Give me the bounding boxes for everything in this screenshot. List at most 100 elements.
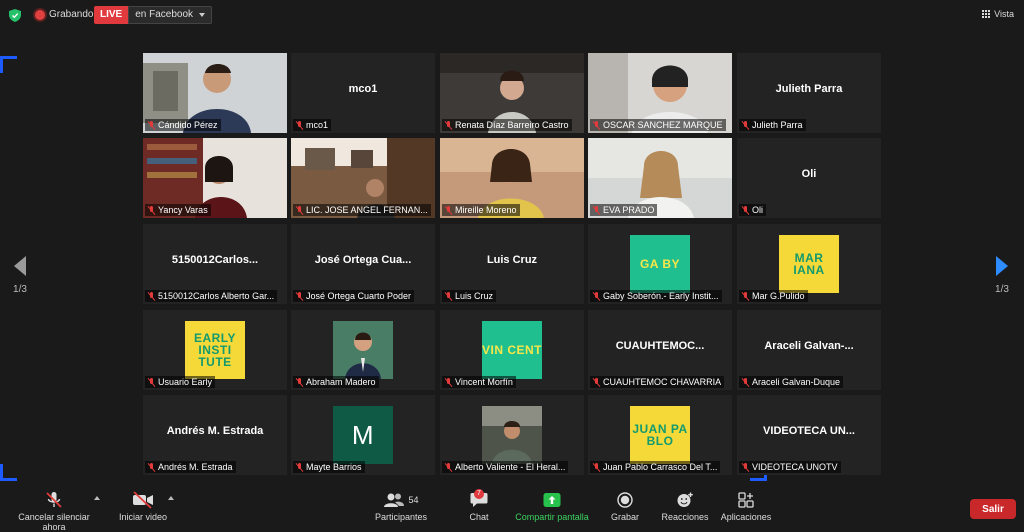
participant-name: Juan Pablo Carrasco Del T... — [603, 462, 718, 472]
next-page-button[interactable]: 1/3 — [990, 256, 1014, 295]
chat-button[interactable]: 7 Chat — [462, 489, 496, 522]
recording-icon — [35, 10, 45, 20]
participant-name-label: 5150012Carlos Alberto Gar... — [145, 290, 278, 302]
live-stream-indicator[interactable]: LIVE en Facebook — [94, 6, 213, 24]
chevron-down-icon — [199, 13, 206, 17]
microphone-muted-icon — [593, 120, 600, 130]
participant-tile[interactable]: EVA PRADO — [588, 138, 732, 218]
share-screen-button[interactable]: Compartir pantalla — [512, 491, 592, 522]
participant-tile[interactable]: VIDEOTECA UN... VIDEOTECA UNOTV — [737, 395, 881, 475]
participant-name: Cándido Pérez — [158, 120, 218, 130]
meeting-top-bar: Grabando LIVE en Facebook Vista — [0, 0, 1024, 30]
video-options-chevron-icon[interactable] — [168, 496, 174, 500]
participant-tile[interactable]: VIN CENT Vincent Morfín — [440, 310, 584, 390]
microphone-muted-icon — [445, 291, 452, 301]
participant-tile[interactable]: Renata Díaz Barreiro Castro — [440, 53, 584, 133]
microphone-muted-icon — [445, 462, 452, 472]
audio-options-chevron-icon[interactable] — [94, 496, 100, 500]
microphone-muted-icon — [593, 205, 600, 215]
reactions-button[interactable]: Reacciones — [658, 491, 712, 522]
participant-name-display: CUAUHTEMOC... — [615, 340, 705, 352]
video-camera-off-icon — [133, 491, 153, 509]
microphone-muted-icon — [296, 462, 303, 472]
microphone-muted-icon — [742, 377, 749, 387]
participant-name: Araceli Galvan-Duque — [752, 377, 841, 387]
participant-tile[interactable]: Alberto Valiente - El Heral... — [440, 395, 584, 475]
participant-tile[interactable]: mco1 mco1 — [291, 53, 435, 133]
participant-tile[interactable]: EARLY INSTI TUTE Usuario Early — [143, 310, 287, 390]
record-button[interactable]: Grabar — [606, 491, 644, 522]
participant-tile[interactable]: José Ortega Cua... José Ortega Cuarto Pod… — [291, 224, 435, 304]
participant-name-label: Cándido Pérez — [145, 119, 221, 131]
participant-name-label: EVA PRADO — [590, 204, 658, 216]
participant-name: Andrés M. Estrada — [158, 462, 233, 472]
share-screen-label: Compartir pantalla — [515, 512, 589, 522]
participant-tile[interactable]: Oli Oli — [737, 138, 881, 218]
participant-name: Julieth Parra — [752, 120, 803, 130]
participant-name: Renata Díaz Barreiro Castro — [455, 120, 569, 130]
participant-name-label: Yancy Varas — [145, 204, 211, 216]
microphone-muted-icon — [593, 377, 600, 387]
participant-tile[interactable]: 5150012Carlos... 5150012Carlos Alberto Ga… — [143, 224, 287, 304]
participant-name: Mireille Moreno — [455, 205, 517, 215]
participant-name: Vincent Morfín — [455, 377, 513, 387]
participant-name-display: Luis Cruz — [486, 254, 538, 266]
leave-meeting-button[interactable]: Salir — [970, 499, 1016, 519]
share-screen-icon — [543, 493, 561, 507]
participant-name-label: José Ortega Cuarto Poder — [293, 290, 415, 302]
participant-name: Usuario Early — [158, 377, 213, 387]
participant-tile[interactable]: Cándido Pérez — [143, 53, 287, 133]
participant-name-label: Abraham Madero — [293, 376, 379, 388]
participant-name-label: Andrés M. Estrada — [145, 461, 236, 473]
participant-tile[interactable]: LIC. JOSE ANGEL FERNAN... — [291, 138, 435, 218]
participant-tile[interactable]: Araceli Galvan-... Araceli Galvan-Duque — [737, 310, 881, 390]
participant-tile[interactable]: JUAN PA BLO Juan Pablo Carrasco Del T... — [588, 395, 732, 475]
participant-name: 5150012Carlos Alberto Gar... — [158, 291, 275, 301]
start-video-button[interactable]: Iniciar video — [112, 491, 174, 522]
participant-name: mco1 — [306, 120, 329, 130]
live-destination-label: en Facebook — [135, 9, 194, 20]
microphone-muted-icon — [148, 377, 155, 387]
participant-name-display: VIDEOTECA UN... — [763, 425, 855, 437]
participant-name-display: Oli — [801, 168, 817, 180]
unmute-button[interactable]: Cancelar silenciar ahora — [8, 491, 100, 532]
participant-name: Mayte Barrios — [306, 462, 362, 472]
participant-name-label: VIDEOTECA UNOTV — [739, 461, 841, 473]
apps-button[interactable]: Aplicaciones — [718, 491, 774, 522]
participant-name: CUAUHTEMOC CHAVARRIA — [603, 377, 722, 387]
participant-tile[interactable]: Julieth Parra Julieth Parra — [737, 53, 881, 133]
participant-tile[interactable]: GA BY Gaby Soberón.- Early Instit... — [588, 224, 732, 304]
reactions-label: Reacciones — [661, 512, 709, 522]
participant-name: OSCAR SANCHEZ MARQUE — [603, 120, 723, 130]
participants-button[interactable]: 54 Participantes — [370, 491, 432, 522]
participant-avatar: M — [333, 406, 393, 464]
arrow-left-icon — [14, 256, 26, 276]
participant-tile[interactable]: Mireille Moreno — [440, 138, 584, 218]
participant-name: Luis Cruz — [455, 291, 494, 301]
participant-name-label: Gaby Soberón.- Early Instit... — [590, 290, 722, 302]
participant-avatar: MAR IANA — [779, 235, 839, 293]
participant-tile[interactable]: Abraham Madero — [291, 310, 435, 390]
participant-tile[interactable]: MAR IANA Mar G.Pulido — [737, 224, 881, 304]
participant-tile[interactable]: Andrés M. Estrada Andrés M. Estrada — [143, 395, 287, 475]
participant-tile[interactable]: Yancy Varas — [143, 138, 287, 218]
recording-label: Grabando — [49, 9, 94, 20]
live-destination-dropdown[interactable]: en Facebook — [128, 6, 213, 24]
microphone-muted-icon — [742, 120, 749, 130]
participant-name-label: Mar G.Pulido — [739, 290, 808, 302]
page-indicator-right: 1/3 — [995, 284, 1009, 295]
participant-tile[interactable]: Luis Cruz Luis Cruz — [440, 224, 584, 304]
participant-name-label: OSCAR SANCHEZ MARQUE — [590, 119, 726, 131]
participant-name-label: Usuario Early — [145, 376, 216, 388]
shield-icon[interactable] — [9, 9, 21, 22]
record-label: Grabar — [610, 512, 639, 522]
participant-tile[interactable]: CUAUHTEMOC... CUAUHTEMOC CHAVARRIA — [588, 310, 732, 390]
participant-name-label: CUAUHTEMOC CHAVARRIA — [590, 376, 725, 388]
previous-page-button[interactable]: 1/3 — [8, 256, 32, 295]
participant-tile[interactable]: OSCAR SANCHEZ MARQUE — [588, 53, 732, 133]
participant-tile[interactable]: M Mayte Barrios — [291, 395, 435, 475]
view-button[interactable]: Vista — [982, 9, 1014, 19]
live-badge: LIVE — [94, 6, 129, 24]
microphone-muted-icon — [296, 120, 303, 130]
corner-bracket — [0, 464, 17, 481]
